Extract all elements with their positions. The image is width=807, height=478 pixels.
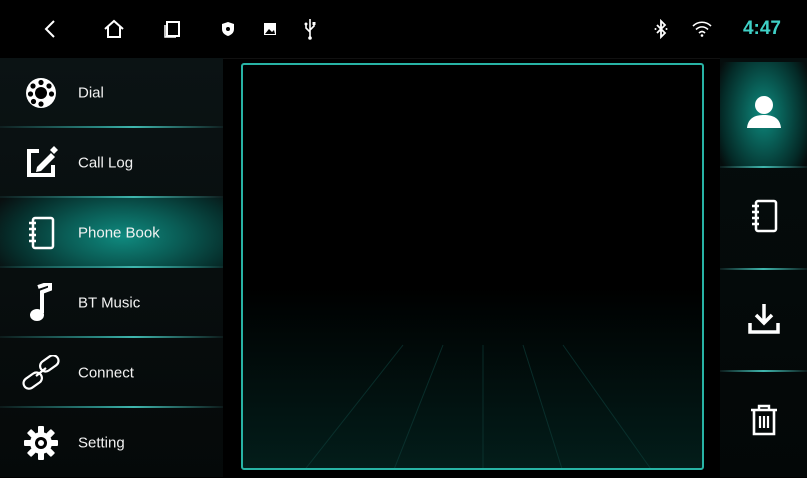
sidebar-item-label: Setting xyxy=(78,434,125,452)
sidebar-item-setting[interactable]: Setting xyxy=(0,408,223,478)
phone-book-button[interactable] xyxy=(720,168,807,268)
phone-book-icon xyxy=(21,213,61,253)
download-button[interactable] xyxy=(720,270,807,370)
recents-icon[interactable] xyxy=(160,0,184,58)
download-icon xyxy=(747,301,781,340)
sidebar-item-label: Phone Book xyxy=(78,224,160,242)
usb-icon xyxy=(300,0,320,58)
image-icon xyxy=(260,0,280,58)
panel-background-lines xyxy=(305,344,651,468)
sidebar-item-label: Connect xyxy=(78,364,134,382)
rotary-dial-icon xyxy=(21,73,61,113)
music-note-icon xyxy=(21,283,61,323)
home-icon[interactable] xyxy=(100,0,128,58)
bluetooth-icon xyxy=(651,0,671,58)
sidebar-item-label: Call Log xyxy=(78,154,134,172)
wifi-icon xyxy=(690,0,714,58)
link-icon xyxy=(21,353,61,393)
clock: 4:47 xyxy=(742,18,781,39)
sidebar-item-label: BT Music xyxy=(78,294,141,312)
back-icon[interactable] xyxy=(38,0,62,58)
sidebar-item-connect[interactable]: Connect xyxy=(0,338,223,408)
sidebar-item-bt-music[interactable]: BT Music xyxy=(0,268,223,338)
contact-icon xyxy=(745,94,783,135)
sidebar-item-label: Dial xyxy=(78,84,104,102)
right-toolbar xyxy=(720,58,807,477)
call-log-icon xyxy=(21,143,61,183)
sidebar: Dial Call Log Phone Book BT Music Connec… xyxy=(0,58,223,477)
contacts-button[interactable] xyxy=(720,62,807,166)
status-bar: 4:47 xyxy=(0,0,807,59)
delete-button[interactable] xyxy=(720,372,807,472)
phone-book-icon xyxy=(749,199,779,238)
sidebar-item-phone-book[interactable]: Phone Book xyxy=(0,198,223,268)
gear-icon xyxy=(21,423,61,463)
contact-list-panel[interactable] xyxy=(241,63,704,470)
shield-icon xyxy=(218,0,238,58)
sidebar-item-dial[interactable]: Dial xyxy=(0,58,223,128)
trash-icon xyxy=(750,403,778,442)
sidebar-item-call-log[interactable]: Call Log xyxy=(0,128,223,198)
